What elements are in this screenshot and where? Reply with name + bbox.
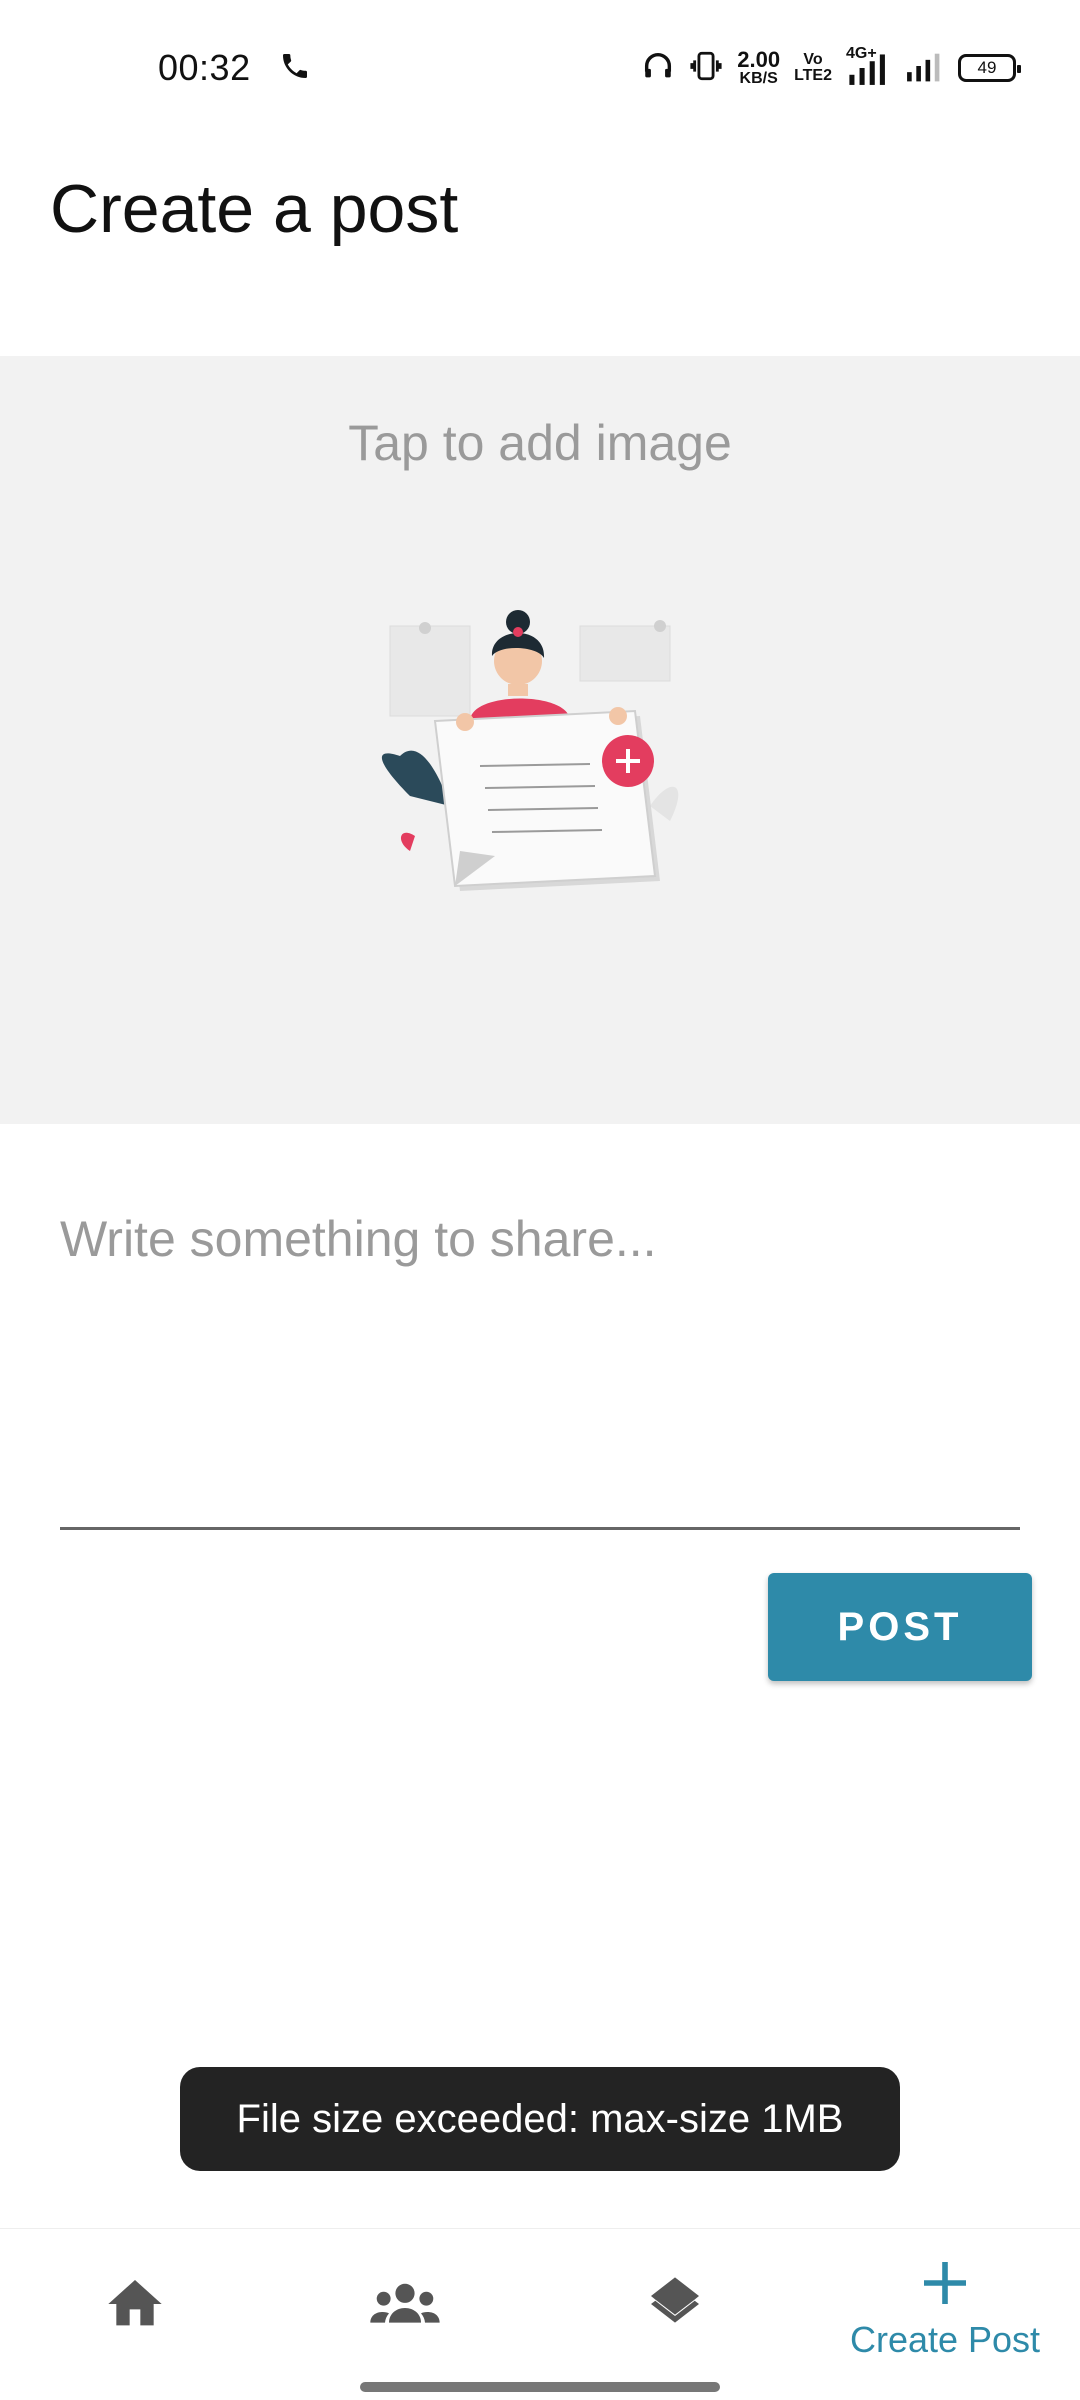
image-picker[interactable]: Tap to add image (0, 356, 1080, 1124)
vibrate-icon (689, 49, 723, 88)
home-icon (103, 2272, 167, 2336)
nav-item-create-post[interactable]: Create Post (810, 2229, 1080, 2400)
net-speed-unit: KB/S (739, 70, 778, 87)
nav-label-create-post: Create Post (849, 2318, 1041, 2360)
volte-bottom: LTE2 (794, 67, 832, 84)
image-hint: Tap to add image (348, 415, 732, 471)
gesture-bar[interactable] (360, 2382, 720, 2392)
volte-indicator: Vo LTE2 (794, 52, 832, 84)
bottom-nav: Create Post (0, 2228, 1080, 2400)
layers-icon (643, 2272, 707, 2336)
toast-message: File size exceeded: max-size 1MB (180, 2067, 900, 2171)
battery-level: 49 (977, 58, 997, 77)
status-time: 00:32 (158, 47, 251, 88)
people-icon (367, 2272, 443, 2336)
signal-icon (904, 49, 944, 88)
net-speed: 2.00 KB/S (737, 49, 780, 87)
post-button[interactable]: POST (768, 1573, 1032, 1681)
phone-call-icon (279, 50, 311, 87)
plus-icon (917, 2255, 973, 2311)
status-right: 2.00 KB/S Vo LTE2 4G+ 49 (641, 45, 1021, 88)
signal-icon: 4G+ (846, 45, 890, 85)
post-input-wrap (60, 1180, 1020, 1530)
net-speed-value: 2.00 (737, 47, 781, 72)
battery-icon: 49 (958, 54, 1021, 82)
volte-top: Vo (803, 51, 823, 68)
add-document-illustration (370, 606, 700, 906)
network-type: 4G+ (846, 45, 877, 62)
headphones-icon (641, 49, 675, 88)
status-bar: 00:32 2.00 KB/S Vo LTE2 4G+ 49 (0, 0, 1080, 136)
nav-item-people[interactable] (270, 2229, 540, 2400)
nav-item-home[interactable] (0, 2229, 270, 2400)
status-left: 00:32 (158, 47, 311, 89)
page-title: Create a post (50, 171, 459, 247)
post-text-input[interactable] (60, 1180, 1020, 1527)
nav-item-layers[interactable] (540, 2229, 810, 2400)
